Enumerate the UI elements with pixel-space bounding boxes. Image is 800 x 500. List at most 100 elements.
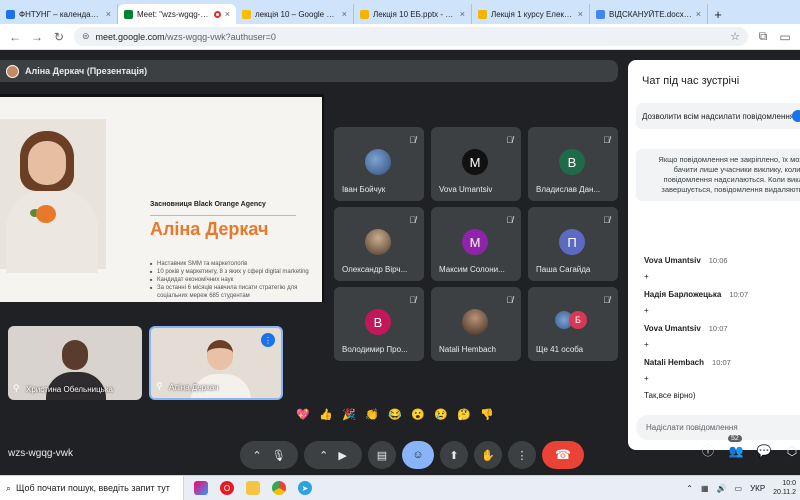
close-tab-icon[interactable]: × [225,9,230,19]
more-options-button[interactable]: ⋮ [508,441,536,469]
bookmark-star-icon[interactable]: ☆ [730,30,740,43]
reaction-button[interactable]: 👏 [363,406,381,424]
telegram-icon[interactable]: ➤ [298,481,312,495]
reaction-button[interactable]: 👎 [478,406,496,424]
message-text: + [644,306,649,315]
participant-grid: 🎙̸ Іван Бойчук 🎙̸ M Vova Umantsiv 🎙̸ В Владисла… [334,127,618,361]
reactions-button[interactable]: ☺ [402,441,434,469]
avatar: M [462,149,488,175]
people-icon[interactable]: 👥 52 [728,434,744,458]
chevron-up-icon[interactable]: ⌃ [252,449,261,462]
reaction-bar: 💖 👍 🎉 👏 😂 😮 😢 🤔 👎 [294,406,496,424]
participant-tile[interactable]: 🎙̸ М Максим Солони... [431,207,521,281]
captions-button[interactable]: ▤ [368,441,396,469]
video-tile[interactable]: ⋮ ⚲ Аліна Деркач [149,326,283,400]
slide-divider [150,215,296,216]
phone-hangup-icon: ☎ [554,447,572,462]
forward-icon[interactable]: → [30,30,44,44]
reaction-button[interactable]: 🎉 [340,406,358,424]
browser-tab[interactable]: Лекція 10 ЕБ.pptx - Googl × [354,4,472,24]
taskbar-search[interactable]: ⌕ Щоб почати пошук, введіть запит тут [0,475,184,500]
reaction-button[interactable]: 😂 [386,406,404,424]
activities-icon[interactable]: ⬡ [784,444,800,458]
chat-message: Vova Umantsiv 10:07 + [644,324,728,349]
side-controls: ⓘ 👥 52 💬 ⬡ [700,434,800,459]
clock-time: 10:0 [782,480,796,487]
address-bar[interactable]: ⊜ meet.google.com/wzs-wgqg-vwk?authuser=… [74,27,748,46]
avatar [462,309,488,335]
network-icon[interactable]: ▦ [701,484,709,493]
close-tab-icon[interactable]: × [696,9,701,19]
sidepanel-icon[interactable]: ▭ [778,30,792,44]
back-icon[interactable]: ← [8,30,22,44]
browser-tab[interactable]: лекція 10 – Google Диск × [236,4,354,24]
browser-tab[interactable]: Лекція 1 курсу Електронн × [472,4,590,24]
chat-input[interactable]: Надіслати повідомлення [636,415,800,440]
language-indicator[interactable]: УКР [750,484,765,493]
hand-icon: ✋ [481,449,495,462]
opera-icon[interactable]: O [220,481,234,495]
slide-bullets: Наставник SMM та маркетологів 10 років у… [150,260,318,300]
chat-notice: Якщо повідомлення не закріплено, їх можу… [636,149,800,201]
participant-tile[interactable]: 🎙̸ Natali Hembach [431,287,521,361]
browser-tab[interactable]: Meet: "wzs-wgqg-vwk" × [118,4,236,24]
participant-tile[interactable]: 🎙̸ В Володимир Про... [334,287,424,361]
captions-icon: ▤ [376,449,388,462]
mic-off-icon: 🎙̸ [506,295,513,305]
video-tile[interactable]: ⚲ Христина Обельницька [8,326,142,400]
message-author: Vova Umantsiv [644,324,701,333]
participant-tile[interactable]: 🎙̸ П Паша Сагайда [528,207,618,281]
microphone-button[interactable]: ⌃ 🎙 [240,441,298,469]
pin-icon[interactable]: ⚲ [156,381,163,392]
speaker-icon[interactable]: 🔊 [717,484,727,493]
message-time: 10:07 [729,290,749,299]
chevron-up-icon[interactable]: ⌃ [686,484,693,493]
reaction-button[interactable]: 💖 [294,406,312,424]
site-info-icon[interactable]: ⊜ [82,31,90,42]
browser-tab[interactable]: ФНТУНГ – календар - 4 л × [0,4,118,24]
mic-off-icon: 🎙̸ [409,135,416,145]
allow-messages-toggle[interactable] [792,110,800,122]
close-tab-icon[interactable]: × [578,9,583,19]
present-button[interactable]: ⬆ [440,441,468,469]
participant-tile[interactable]: 🎙̸ Іван Бойчук [334,127,424,201]
chat-icon[interactable]: 💬 [756,444,772,458]
url-host: meet.google.com [95,31,165,42]
participant-tile[interactable]: 🎙̸ Олександр Вірч... [334,207,424,281]
clock[interactable]: 10:0 20.11.2 [773,479,796,497]
info-icon[interactable]: ⓘ [700,442,716,459]
chevron-up-icon[interactable]: ⌃ [319,449,328,462]
allow-messages-row[interactable]: Дозволити всім надсилати повідомлення [636,103,800,129]
tab-label: Лекція 1 курсу Електронн [491,9,574,19]
message-author: Natali Hembach [644,358,705,367]
participant-name: Іван Бойчук [342,185,386,194]
extensions-icon[interactable]: ⧉ [756,29,770,44]
participant-tile[interactable]: 🎙̸ Б Ще 41 особа [528,287,618,361]
reaction-button[interactable]: 😮 [409,406,427,424]
mic-off-icon: 🎙̸ [506,215,513,225]
participant-tile[interactable]: 🎙̸ M Vova Umantsiv [431,127,521,201]
pin-icon[interactable]: ⚲ [13,383,20,394]
new-tab-button[interactable]: + [708,4,728,24]
tab-label: Лекція 10 ЕБ.pptx - Googl [373,9,456,19]
browser-tab[interactable]: ВІДСКАНУЙТЕ.docx - Goo × [590,4,708,24]
url-path: /wzs-wgqg-vwk?authuser=0 [164,31,276,42]
participant-name: Христина Обельницька [26,385,113,394]
close-tab-icon[interactable]: × [460,9,465,19]
file-explorer-icon[interactable] [246,481,260,495]
reaction-button[interactable]: 👍 [317,406,335,424]
close-tab-icon[interactable]: × [342,9,347,19]
raise-hand-button[interactable]: ✋ [474,441,502,469]
tab-label: ФНТУНГ – календар - 4 л [19,9,102,19]
close-tab-icon[interactable]: × [106,9,111,19]
reaction-button[interactable]: 🤔 [455,406,473,424]
reload-icon[interactable]: ↻ [52,30,66,44]
chrome-icon[interactable] [272,481,286,495]
battery-icon[interactable]: ▭ [735,484,743,493]
presentation-slide: Засновниця Black Orange Agency Аліна Дер… [0,94,324,302]
camera-button[interactable]: ⌃ ▶ [304,441,362,469]
leave-call-button[interactable]: ☎ [542,441,584,469]
reaction-button[interactable]: 😢 [432,406,450,424]
copilot-icon[interactable] [194,481,208,495]
participant-tile[interactable]: 🎙̸ В Владислав Дан... [528,127,618,201]
